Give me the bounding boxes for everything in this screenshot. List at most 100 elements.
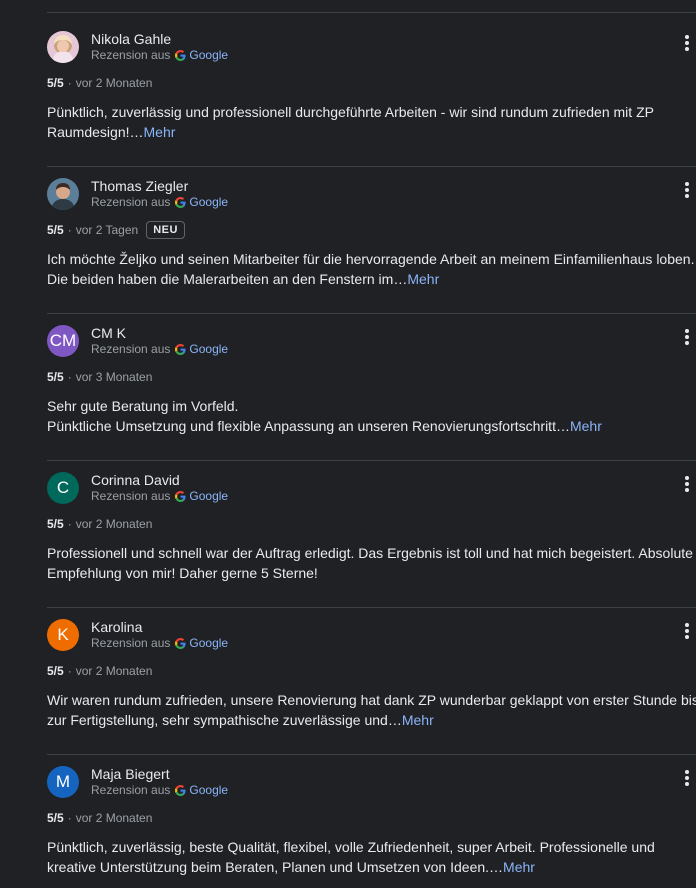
review-meta: 5/5 · vor 2 Tagen NEU — [47, 221, 185, 239]
review-text-line-2-content: Raumdesign!… — [47, 124, 144, 140]
rating: 5/5 — [47, 811, 64, 825]
google-g-icon — [175, 343, 186, 355]
google-g-icon — [175, 490, 186, 502]
review-text-line-2-content: zur Fertigstellung, sehr sympathische zu… — [47, 712, 402, 728]
man-portrait-photo — [47, 178, 79, 210]
source-label: Rezension aus — [91, 48, 171, 62]
divider — [47, 166, 696, 167]
more-vert-icon[interactable] — [680, 474, 694, 494]
more-vert-icon[interactable] — [680, 621, 694, 641]
more-link[interactable]: Mehr — [503, 859, 535, 875]
review-text: Pünktlich, zuverlässig und professionell… — [47, 102, 696, 142]
review-meta: 5/5 · vor 2 Monaten — [47, 662, 152, 680]
review-text-line-1: Ich möchte Željko und seinen Mitarbeiter… — [47, 251, 695, 267]
reviewer-name[interactable]: Nikola Gahle — [91, 31, 171, 47]
review-text: Wir waren rundum zufrieden, unsere Renov… — [47, 690, 696, 730]
separator: · — [67, 811, 72, 825]
review-item: CM CM K Rezension aus Google 5/5 · vor 3… — [0, 325, 696, 472]
review-text-line-2-content: Empfehlung von mir! Daher gerne 5 Sterne… — [47, 565, 318, 581]
more-link[interactable]: Mehr — [144, 124, 176, 140]
separator: · — [67, 223, 72, 237]
review-item: Nikola Gahle Rezension aus Google 5/5 · … — [0, 31, 696, 178]
source-label: Rezension aus — [91, 636, 171, 650]
review-item: Thomas Ziegler Rezension aus Google 5/5 … — [0, 178, 696, 325]
review-text: Sehr gute Beratung im Vorfeld. Pünktlich… — [47, 396, 696, 436]
divider — [47, 754, 696, 755]
review-item: M Maja Biegert Rezension aus Google 5/5 … — [0, 766, 696, 888]
review-time: vor 2 Monaten — [75, 811, 153, 825]
review-source: Rezension aus Google — [91, 636, 228, 650]
review-text-line-2: Die beiden haben die Malerarbeiten an de… — [47, 269, 696, 289]
review-text: Professionell und schnell war der Auftra… — [47, 543, 696, 583]
avatar[interactable]: CM — [47, 325, 79, 357]
source-name[interactable]: Google — [189, 636, 228, 650]
source-name[interactable]: Google — [189, 195, 228, 209]
more-vert-icon[interactable] — [680, 768, 694, 788]
source-label: Rezension aus — [91, 489, 171, 503]
review-text-line-2: zur Fertigstellung, sehr sympathische zu… — [47, 710, 696, 730]
woman-portrait-photo — [47, 31, 79, 63]
review-text-line-1: Sehr gute Beratung im Vorfeld. — [47, 398, 239, 414]
review-text: Pünktlich, zuverlässig, beste Qualität, … — [47, 837, 696, 877]
review-source: Rezension aus Google — [91, 195, 228, 209]
separator: · — [67, 370, 72, 384]
review-item: C Corinna David Rezension aus Google 5/5… — [0, 472, 696, 619]
review-text-line-2-content: Pünktliche Umsetzung und flexible Anpass… — [47, 418, 570, 434]
avatar[interactable] — [47, 178, 79, 210]
source-name[interactable]: Google — [189, 489, 228, 503]
google-g-icon — [175, 637, 186, 649]
reviewer-name[interactable]: Maja Biegert — [91, 766, 170, 782]
review-text: Ich möchte Željko und seinen Mitarbeiter… — [47, 249, 696, 289]
review-text-line-2-content: kreative Unterstützung beim Beraten, Pla… — [47, 859, 504, 875]
review-time: vor 3 Monaten — [75, 370, 153, 384]
reviewer-name[interactable]: CM K — [91, 325, 126, 341]
source-name[interactable]: Google — [189, 783, 228, 797]
google-g-icon — [175, 196, 186, 208]
review-meta: 5/5 · vor 3 Monaten — [47, 368, 152, 386]
reviewer-name[interactable]: Corinna David — [91, 472, 180, 488]
review-time: vor 2 Monaten — [75, 76, 153, 90]
more-vert-icon[interactable] — [680, 180, 694, 200]
more-link[interactable]: Mehr — [402, 712, 434, 728]
review-source: Rezension aus Google — [91, 48, 228, 62]
review-meta: 5/5 · vor 2 Monaten — [47, 515, 152, 533]
avatar[interactable]: K — [47, 619, 79, 651]
review-time: vor 2 Monaten — [75, 664, 153, 678]
google-g-icon — [175, 49, 186, 61]
review-meta: 5/5 · vor 2 Monaten — [47, 809, 152, 827]
review-text-line-2: Raumdesign!…Mehr — [47, 122, 696, 142]
separator: · — [67, 76, 72, 90]
rating: 5/5 — [47, 517, 64, 531]
review-item: K Karolina Rezension aus Google 5/5 · vo… — [0, 619, 696, 766]
review-time: vor 2 Monaten — [75, 517, 153, 531]
avatar[interactable] — [47, 31, 79, 63]
review-text-line-2: Empfehlung von mir! Daher gerne 5 Sterne… — [47, 563, 696, 583]
divider — [47, 313, 696, 314]
reviews-list: Nikola Gahle Rezension aus Google 5/5 · … — [0, 0, 696, 888]
review-source: Rezension aus Google — [91, 489, 228, 503]
rating: 5/5 — [47, 370, 64, 384]
more-link[interactable]: Mehr — [570, 418, 602, 434]
review-meta: 5/5 · vor 2 Monaten — [47, 74, 152, 92]
source-name[interactable]: Google — [189, 48, 228, 62]
divider — [47, 12, 696, 13]
more-vert-icon[interactable] — [680, 327, 694, 347]
review-text-line-2: Pünktliche Umsetzung und flexible Anpass… — [47, 416, 696, 436]
separator: · — [67, 517, 72, 531]
review-text-line-2-content: Die beiden haben die Malerarbeiten an de… — [47, 271, 408, 287]
source-name[interactable]: Google — [189, 342, 228, 356]
review-text-line-1: Wir waren rundum zufrieden, unsere Renov… — [47, 692, 696, 708]
source-label: Rezension aus — [91, 783, 171, 797]
more-vert-icon[interactable] — [680, 33, 694, 53]
separator: · — [67, 664, 72, 678]
avatar[interactable]: C — [47, 472, 79, 504]
review-source: Rezension aus Google — [91, 342, 228, 356]
reviewer-name[interactable]: Karolina — [91, 619, 142, 635]
new-badge: NEU — [146, 221, 185, 239]
rating: 5/5 — [47, 76, 64, 90]
avatar[interactable]: M — [47, 766, 79, 798]
more-link[interactable]: Mehr — [407, 271, 439, 287]
review-text-line-1: Professionell und schnell war der Auftra… — [47, 545, 693, 561]
review-text-line-1: Pünktlich, zuverlässig, beste Qualität, … — [47, 839, 655, 855]
reviewer-name[interactable]: Thomas Ziegler — [91, 178, 188, 194]
